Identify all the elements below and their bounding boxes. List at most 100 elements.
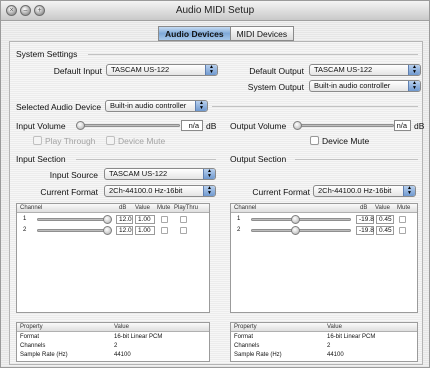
channel-db-field[interactable]: 12.0 [116,215,133,224]
default-output-popup[interactable]: TASCAM US-122 ▲ ▼ [309,64,421,76]
popup-arrows-icon: ▲ ▼ [203,186,215,196]
popup-arrows-icon: ▲ ▼ [195,101,207,111]
property-name: Channels [20,343,46,349]
popup-arrows-icon: ▲ ▼ [205,65,217,75]
tab-midi-devices[interactable]: MIDI Devices [230,26,295,41]
column-header: dB [360,205,368,211]
output-format-value: 2Ch-44100.0 Hz-16bit [318,186,392,195]
channel-gain-slider[interactable] [251,218,351,221]
channel-db-field[interactable]: -19.8 [356,215,374,224]
channel-value-field[interactable]: 1.00 [135,226,155,235]
input-section-heading: Input Section [16,154,66,164]
channel-mute-checkbox[interactable] [399,227,406,234]
selected-audio-device-label: Selected Audio Device [16,102,102,112]
channel-number: 2 [237,227,241,233]
input-source-label: Input Source [49,170,98,180]
table-row: Channels 2 [231,342,417,350]
property-name: Format [234,334,254,340]
default-output-label: Default Output [249,66,304,76]
popup-arrows-icon: ▲ ▼ [408,81,420,91]
column-header: Property [234,324,257,330]
property-name: Sample Rate (Hz) [234,352,282,358]
input-volume-slider[interactable] [80,124,180,127]
popup-arrows-icon: ▲ ▼ [403,186,415,196]
system-output-value: Built-in audio controller [314,81,391,90]
channel-gain-slider[interactable] [37,218,111,221]
output-volume-field[interactable]: n/a [394,120,411,131]
table-row: Sample Rate (Hz) 44100 [17,351,209,359]
column-header: Mute [397,205,411,211]
table-header [17,323,209,332]
input-volume-unit: dB [206,121,217,131]
property-name: Sample Rate (Hz) [20,352,68,358]
input-format-popup[interactable]: 2Ch-44100.0 Hz-16bit ▲ ▼ [104,185,216,197]
column-header: PlayThru [174,205,199,211]
play-through-checkbox[interactable] [33,136,42,145]
audio-midi-setup-window: × – + Audio MIDI Setup Audio Devices MID… [0,0,430,368]
default-input-label: Default Input [53,66,102,76]
output-device-mute-label: Device Mute [322,136,370,146]
input-device-mute-label: Device Mute [118,136,166,146]
table-row: Format 16-bit Linear PCM [17,333,209,341]
channel-db-field[interactable]: 12.0 [116,226,133,235]
input-volume-field[interactable]: n/a [181,120,203,131]
selected-audio-device-popup[interactable]: Built-in audio controller ▲ ▼ [105,100,208,112]
output-volume-label: Output Volume [230,121,287,131]
column-header: Mute [157,205,171,211]
tab-bar: Audio Devices MIDI Devices [158,26,295,41]
channel-gain-knob[interactable] [103,226,112,235]
property-value: 16-bit Linear PCM [327,334,376,340]
title-bar: × – + Audio MIDI Setup [1,1,429,21]
output-device-mute-checkbox[interactable] [310,136,319,145]
input-format-label: Current Format [40,187,98,197]
window-title: Audio MIDI Setup [175,5,255,16]
channel-value-field[interactable]: 0.45 [376,226,394,235]
table-row: Channels 2 [17,342,209,350]
output-format-label: Current Format [252,187,310,197]
channel-mute-checkbox[interactable] [161,216,168,223]
system-output-label: System Output [247,82,304,92]
column-header: Value [375,205,390,211]
default-output-value: TASCAM US-122 [314,65,373,74]
output-property-table: Property Value Format 16-bit Linear PCM C… [230,322,418,362]
input-property-table: Property Value Format 16-bit Linear PCM C… [16,322,210,362]
channel-mute-checkbox[interactable] [161,227,168,234]
output-section-heading: Output Section [230,154,287,164]
channel-gain-knob[interactable] [291,215,301,224]
input-device-mute-checkbox[interactable] [106,136,115,145]
channel-gain-slider[interactable] [251,229,351,232]
channel-gain-slider[interactable] [37,229,111,232]
divider [76,159,216,160]
property-value: 2 [327,343,331,349]
property-name: Format [20,334,40,340]
channel-gain-knob[interactable] [291,226,301,235]
output-volume-knob[interactable] [293,121,302,130]
channel-value-field[interactable]: 1.00 [135,215,155,224]
output-volume-slider[interactable] [297,124,394,127]
channel-value-field[interactable]: 0.45 [376,215,394,224]
popup-arrows-icon: ▲ ▼ [408,65,420,75]
channel-number: 1 [237,216,241,222]
input-source-value: TASCAM US-122 [109,169,168,178]
output-volume-unit: dB [414,121,425,131]
column-header: dB [119,205,127,211]
channel-playthru-checkbox[interactable] [180,216,187,223]
divider [295,159,418,160]
output-format-popup[interactable]: 2Ch-44100.0 Hz-16bit ▲ ▼ [313,185,416,197]
property-value: 44100 [114,352,131,358]
play-through-label: Play Through [45,136,96,146]
property-value: 2 [114,343,118,349]
popup-arrows-icon: ▲ ▼ [203,169,215,179]
property-name: Channels [234,343,260,349]
channel-number: 2 [23,227,27,233]
channel-mute-checkbox[interactable] [399,216,406,223]
channel-db-field[interactable]: -19.8 [356,226,374,235]
system-output-popup[interactable]: Built-in audio controller ▲ ▼ [309,80,421,92]
column-header: Channel [20,205,43,211]
default-input-popup[interactable]: TASCAM US-122 ▲ ▼ [106,64,218,76]
input-volume-knob[interactable] [76,121,85,130]
input-source-popup[interactable]: TASCAM US-122 ▲ ▼ [104,168,216,180]
tab-audio-devices[interactable]: Audio Devices [158,26,231,41]
channel-gain-knob[interactable] [103,215,112,224]
channel-playthru-checkbox[interactable] [180,227,187,234]
